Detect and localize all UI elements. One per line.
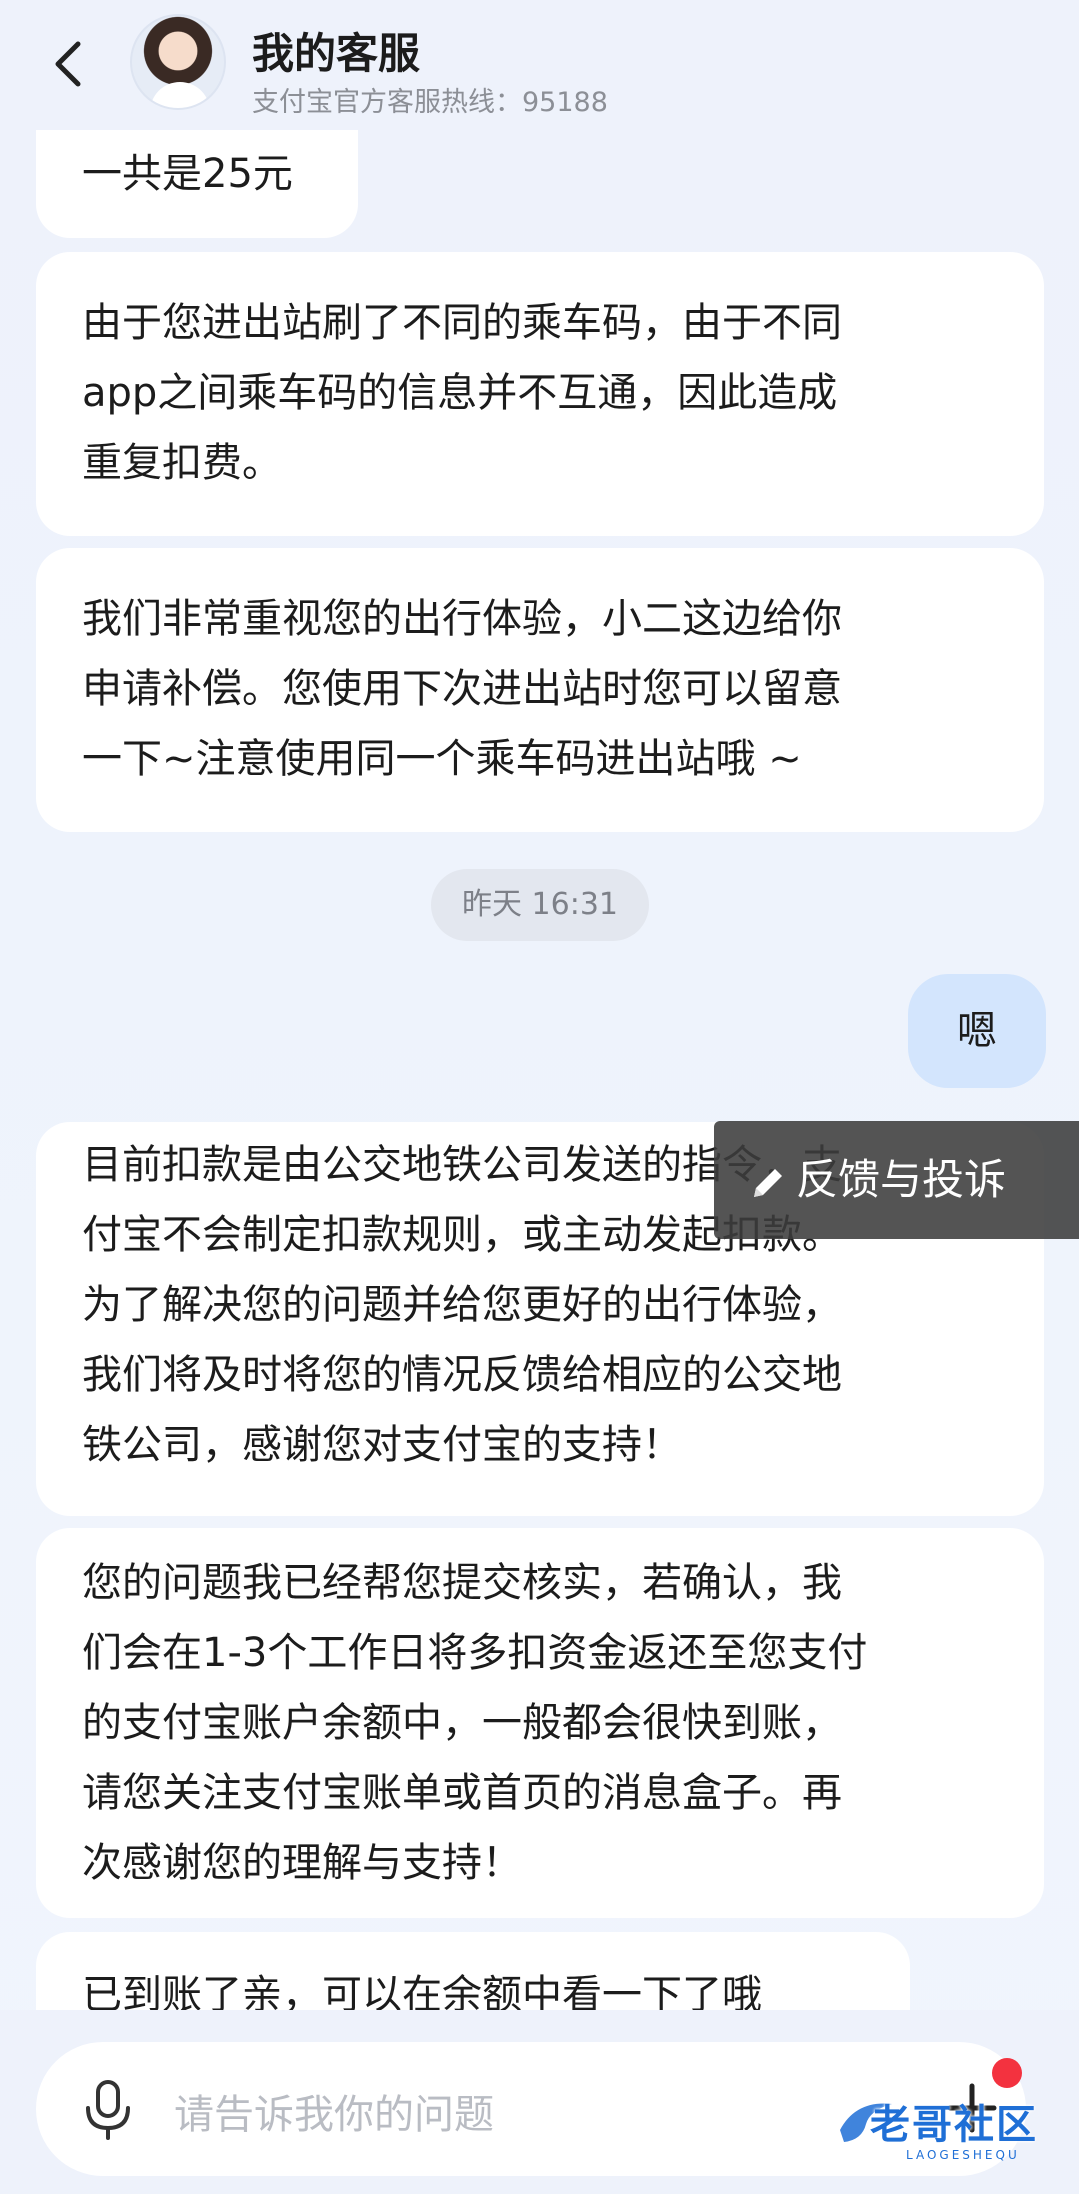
feedback-complaint-button[interactable]: 反馈与投诉 <box>714 1121 1079 1239</box>
agent-message: 您的问题我已经帮您提交核实，若确认，我 们会在1-3个工作日将多扣资金返还至您支… <box>36 1528 1044 1918</box>
message-line: 由于您进出站刷了不同的乘车码，由于不同 <box>82 300 842 346</box>
notification-dot <box>992 2058 1022 2088</box>
watermark-logo: 老哥社区 LAOGESHEQU <box>836 2090 1072 2170</box>
message-line: 一共是25元 <box>82 151 293 197</box>
agent-message: 由于您进出站刷了不同的乘车码，由于不同 app之间乘车码的信息并不互通，因此造成… <box>36 252 1044 536</box>
back-arrow-icon[interactable] <box>48 36 88 92</box>
message-line: 为了解决您的问题并给您更好的出行体验， <box>82 1282 842 1328</box>
avatar[interactable] <box>130 14 226 110</box>
message-line: 我们将及时将您的情况反馈给相应的公交地 <box>82 1352 842 1398</box>
pencil-icon <box>754 1168 782 1197</box>
microphone-icon[interactable] <box>80 2078 136 2142</box>
message-line: 您的问题我已经帮您提交核实，若确认，我 <box>82 1560 842 1606</box>
agent-message: 一共是25元 <box>36 120 358 238</box>
message-line: 申请补偿。您使用下次进出站时您可以留意 <box>82 666 842 712</box>
message-line: 一下~注意使用同一个乘车码进出站哦 ~ <box>82 736 802 782</box>
message-line: 我们非常重视您的出行体验，小二这边给你 <box>82 596 842 642</box>
message-line: app之间乘车码的信息并不互通，因此造成 <box>82 370 838 416</box>
timestamp: 昨天 16:31 <box>431 869 649 941</box>
message-line: 请您关注支付宝账单或首页的消息盒子。再 <box>82 1770 842 1816</box>
message-line: 的支付宝账户余额中，一般都会很快到账， <box>82 1700 842 1746</box>
message-line: 铁公司，感谢您对支付宝的支持！ <box>82 1422 682 1468</box>
user-message: 嗯 <box>908 974 1046 1088</box>
watermark-subtext: LAOGESHEQU <box>906 2148 1020 2162</box>
message-line: 重复扣费。 <box>82 440 282 486</box>
agent-message: 我们非常重视您的出行体验，小二这边给你 申请补偿。您使用下次进出站时您可以留意 … <box>36 548 1044 832</box>
feedback-label: 反馈与投诉 <box>796 1155 1007 1204</box>
hotline-subtitle: 支付宝官方客服热线：95188 <box>252 87 608 118</box>
page-title: 我的客服 <box>252 29 421 78</box>
message-line: 次感谢您的理解与支持！ <box>82 1840 522 1886</box>
input-placeholder: 请告诉我你的问题 <box>174 2092 494 2138</box>
chat-header: 我的客服 支付宝官方客服热线：95188 <box>0 0 1079 130</box>
watermark-text: 老哥社区 <box>870 2102 1038 2148</box>
message-line: 们会在1-3个工作日将多扣资金返还至您支付 <box>82 1630 868 1676</box>
